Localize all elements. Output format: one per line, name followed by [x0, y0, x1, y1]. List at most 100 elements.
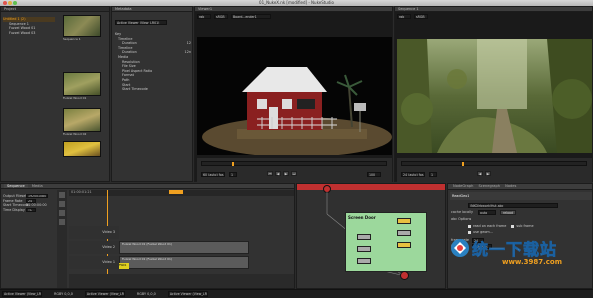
thumb-color[interactable] — [63, 140, 101, 157]
project-tree: Untitled 1 (2) Sequence 1 Fuzzel Wood 01… — [3, 17, 55, 35]
tab-nodegraph[interactable]: NodeGraph — [451, 184, 475, 189]
use-geom-label: use geom... — [473, 230, 493, 234]
close-icon[interactable] — [3, 1, 7, 5]
viewer2-panel: Sequence 1 rgb sRGB 24 (auto) fps 1 ◀ ▶ — [394, 6, 593, 182]
prev-icon[interactable]: ◀ — [477, 171, 483, 176]
ruler-playhead-marker[interactable] — [169, 190, 183, 194]
watermark-url: www.3987.com — [502, 258, 563, 266]
fps-field[interactable]: 60 (auto) fps — [201, 172, 225, 177]
node-grey-3[interactable] — [357, 258, 371, 264]
clip-video1[interactable]: Fuzzel Wood 01 (Fuzzel Wood 01) — [119, 256, 249, 269]
reload-button[interactable]: reload — [500, 210, 516, 215]
prop-field-output[interactable]: 1920x1080 — [26, 194, 48, 198]
file-path-field[interactable]: /NKDlrbwork/Hut.abc — [468, 203, 558, 208]
node-yellow-1[interactable] — [397, 218, 411, 224]
viewer2-frame-field[interactable]: 1 — [429, 172, 437, 177]
frame-field[interactable]: 1 — [229, 172, 237, 177]
status-rgb-1: RGBY 0,0,0 — [54, 291, 73, 296]
viewer2-playhead[interactable] — [462, 162, 464, 166]
viewer2-channel-select[interactable]: rgb — [397, 14, 411, 19]
tree-item-wood03[interactable]: Fuzzel Wood 03 — [3, 31, 55, 36]
playback-controls: ⏮ ◀ ▶ ⏭ — [267, 171, 297, 176]
tab-sequence[interactable]: Sequence 1 — [398, 7, 419, 11]
sub-frame-checkbox[interactable] — [511, 224, 515, 228]
end-frame-field[interactable]: 100 — [367, 172, 381, 177]
prop-field-timedisplay[interactable]: TC — [26, 207, 36, 212]
meta-key: Start Timecode — [122, 87, 148, 92]
read-each-frame-checkbox[interactable] — [468, 224, 471, 228]
status-rgb-2: RGBY 0,0,0 — [136, 291, 156, 296]
track-video2[interactable]: Video 2 — [69, 241, 119, 254]
tab-metadata[interactable]: Metadata — [115, 7, 132, 11]
viewer1-toolbar: rgb sRGB Board...ender1 — [197, 14, 392, 20]
watermark-logo-icon — [451, 239, 469, 257]
node-grey-4[interactable] — [397, 230, 411, 236]
viewer1-panel: Viewer1 rgb sRGB Board...ender1 60 (auto… — [194, 6, 393, 182]
read-each-frame-row: read on each frame sub frame — [468, 224, 534, 229]
next-icon[interactable]: ▶ — [485, 171, 491, 176]
forest-render — [397, 39, 592, 153]
colorspace-select[interactable]: sRGB — [214, 14, 228, 19]
clip-video2[interactable]: Fuzzel Wood 01 (Fuzzel Wood 01) — [119, 241, 249, 254]
track-video3[interactable]: Video 3 — [69, 226, 119, 239]
play-icon[interactable]: ▶ — [283, 171, 289, 176]
last-frame-icon[interactable]: ⏭ — [291, 171, 297, 176]
node-yellow-2[interactable] — [397, 242, 411, 248]
hut-render — [202, 67, 392, 155]
play-back-icon[interactable]: ◀ — [275, 171, 281, 176]
status-viewer-1[interactable]: Active Viewer (View_LR01) — [2, 291, 42, 297]
read-each-frame-label: read on each frame — [473, 224, 507, 228]
backdrop-label: Screen Door — [348, 215, 376, 220]
thumb-label-wood02: Fuzzel Wood 02 — [63, 132, 87, 137]
metadata-panel: Metadata Active Viewer (View_LR01) Key T… — [111, 6, 193, 182]
node-grey-1[interactable] — [357, 234, 371, 240]
prop-field-framerate[interactable]: 24 — [26, 198, 36, 203]
slip-tool-icon[interactable] — [59, 201, 65, 207]
first-frame-icon[interactable]: ⏮ — [267, 171, 273, 176]
minimize-icon[interactable] — [8, 1, 12, 5]
viewer2-fps-field[interactable]: 24 (auto) fps — [401, 172, 425, 177]
tab-nodes[interactable]: Nodes — [503, 184, 518, 189]
tab-sequence-props[interactable]: Sequence — [4, 184, 28, 188]
zoom-icon[interactable] — [13, 1, 17, 5]
razor-tool-icon[interactable] — [59, 210, 65, 216]
channel-select[interactable]: rgb — [197, 14, 211, 19]
thumbnail-column: Sequence 1 Fuzzel Wood 01 Fuzzel Wood 02 — [63, 15, 109, 157]
viewer2-canvas[interactable] — [397, 39, 592, 153]
timeline-ruler[interactable]: 01:00:01:21 — [69, 190, 294, 196]
prop-label: Time Display — [3, 207, 25, 212]
viewer1-canvas[interactable] — [197, 37, 392, 155]
track-video1[interactable]: Video 1 — [69, 256, 119, 269]
status-viewer-3[interactable]: Active Viewer (View_LR01) — [167, 291, 208, 297]
node-name: ReadGeo1 — [452, 193, 470, 198]
viewer1-timebar[interactable] — [201, 161, 387, 166]
sub-frame-label: sub frame — [516, 224, 534, 228]
thumb-label-wood01: Fuzzel Wood 01 — [63, 95, 87, 100]
status-viewer-2[interactable]: Active Viewer (View_LR01) — [84, 291, 125, 297]
thumb-label-sequence: Sequence 1 — [63, 37, 81, 41]
select-tool-icon[interactable] — [59, 192, 65, 198]
tab-project[interactable]: Project — [4, 7, 16, 11]
meta-value: 12n — [184, 50, 191, 55]
tab-media[interactable]: Media — [29, 184, 46, 188]
node-grey-2[interactable] — [357, 246, 371, 252]
thumb-wood01[interactable] — [63, 71, 101, 96]
use-geom-checkbox[interactable] — [468, 230, 471, 234]
project-panel: Project Untitled 1 (2) Sequence 1 Fuzzel… — [0, 6, 110, 182]
playhead[interactable] — [232, 162, 234, 166]
viewer2-transport: 24 (auto) fps 1 ◀ ▶ — [397, 158, 592, 182]
thumb-sequence[interactable] — [63, 15, 101, 37]
thumb-wood02[interactable] — [63, 108, 101, 133]
tab-viewer1[interactable]: Viewer1 — [198, 7, 212, 11]
viewer-source-select[interactable]: Active Viewer (View_LR01) — [115, 20, 167, 25]
cache-select[interactable]: auto — [478, 210, 496, 215]
red-node-bottom[interactable] — [400, 271, 409, 280]
clip-label-yellow[interactable]: FW01 — [119, 263, 129, 269]
tab-scenegraph[interactable]: Scenegraph — [477, 184, 502, 189]
zoom-tool-icon[interactable] — [59, 219, 65, 225]
viewer2-colorspace-select[interactable]: sRGB — [414, 14, 428, 19]
metadata-list: Key Timeline Duration 12 Timeline Duratio… — [115, 32, 191, 92]
properties-panel: NodeGraph Scenegraph Nodes ReadGeo1 /NKD… — [447, 183, 593, 289]
input-select[interactable]: Board...ender1 — [231, 14, 271, 19]
viewer2-timebar[interactable] — [401, 161, 587, 166]
